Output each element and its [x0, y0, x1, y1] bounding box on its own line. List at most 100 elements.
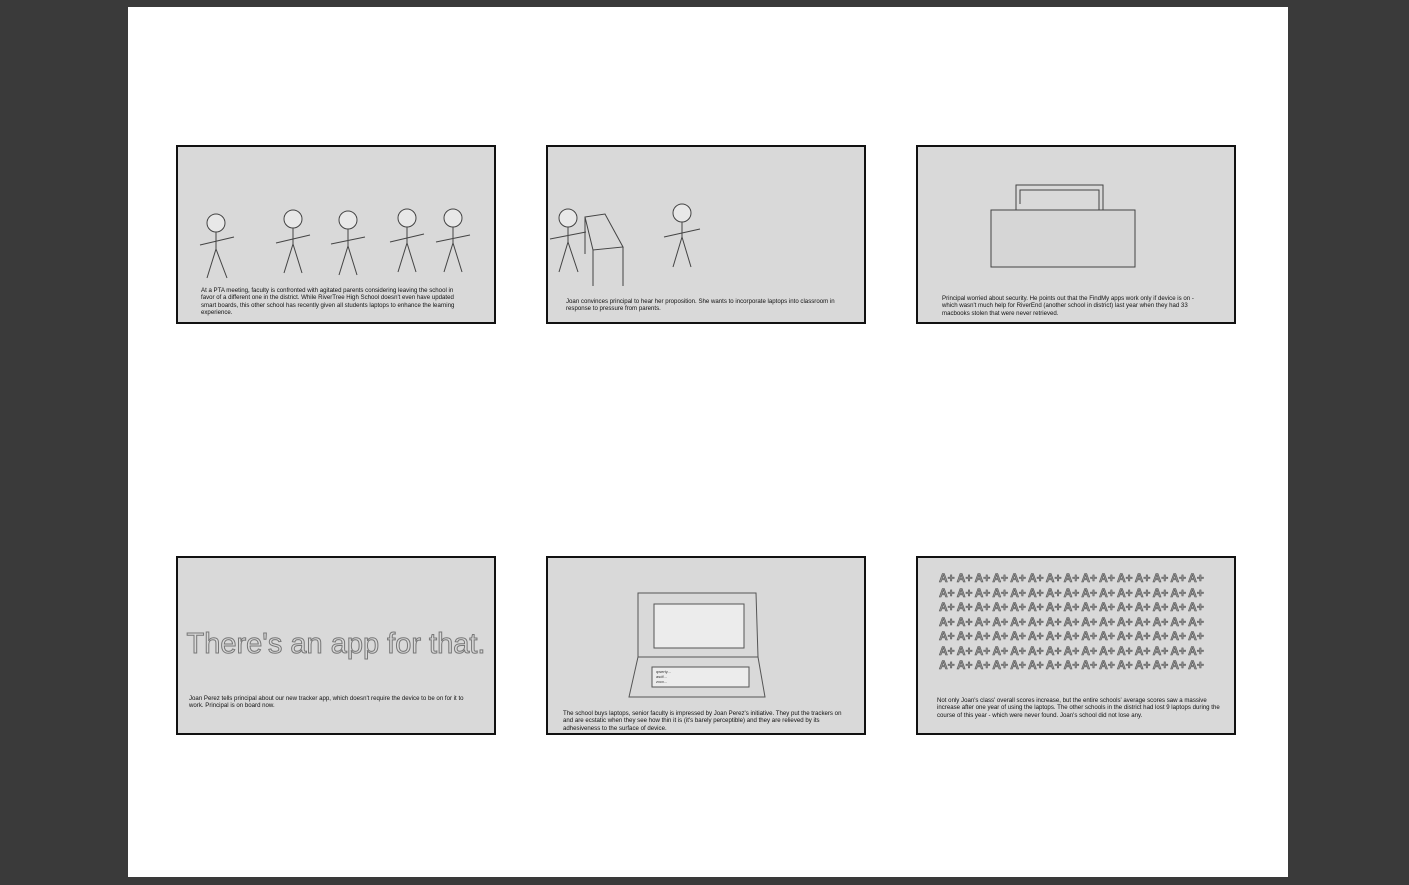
a-plus-grade: A+ — [1152, 614, 1169, 629]
a-plus-grade: A+ — [974, 658, 991, 672]
a-plus-grade: A+ — [1116, 614, 1133, 629]
a-plus-grade: A+ — [1099, 571, 1115, 585]
a-plus-grade: A+ — [1081, 614, 1098, 629]
panel-caption: Principal worried about security. He poi… — [942, 295, 1194, 317]
a-plus-grade: A+ — [1188, 614, 1204, 629]
storyboard-panel-laptops-purchased: qwerty... asdf... zxcv... The school buy… — [546, 556, 866, 735]
a-plus-grade: A+ — [974, 571, 991, 585]
a-plus-grade: A+ — [1081, 658, 1098, 672]
a-plus-grade: A+ — [1027, 658, 1044, 672]
a-plus-grade-grid: A+ A+ A+ A+ A+ A+ A+ A+ A+ A+ A+ A+ A+ A+ A+ A+ A+ A+ A+ A+… — [939, 571, 1206, 672]
a-plus-grade: A+ — [1010, 614, 1026, 629]
a-plus-grade: A+ — [1134, 600, 1151, 614]
a-plus-grade: A+ — [956, 585, 973, 600]
app-headline: There's an app for that. — [186, 628, 486, 661]
a-plus-grade: A+ — [992, 600, 1009, 614]
a-plus-grade: A+ — [1188, 585, 1204, 600]
panel-caption: Not only Joan's class' overall scores in… — [937, 697, 1220, 719]
a-plus-grade: A+ — [956, 629, 973, 643]
a-plus-grade: A+ — [1045, 629, 1062, 643]
storyboard-panel-scores-increase: A+ A+ A+ A+ A+ A+ A+ A+ A+ A+ A+ A+ A+ A+ A+ A+ A+ A+ A+ A+… — [916, 556, 1236, 735]
panel-caption: Joan convinces principal to hear her pro… — [566, 298, 835, 313]
a-plus-grade: A+ — [1170, 658, 1187, 672]
a-plus-grade: A+ — [956, 571, 973, 585]
a-plus-grade: A+ — [992, 643, 1009, 658]
a-plus-grade: A+ — [1116, 658, 1133, 672]
a-plus-grade: A+ — [1027, 643, 1044, 658]
a-plus-grade: A+ — [1116, 643, 1133, 658]
a-plus-grade: A+ — [1116, 571, 1133, 585]
a-plus-grade: A+ — [1063, 600, 1080, 614]
a-plus-grade: A+ — [956, 600, 973, 614]
a-plus-grade: A+ — [1027, 614, 1044, 629]
a-plus-grade: A+ — [1081, 585, 1098, 600]
a-plus-grade: A+ — [1152, 629, 1169, 643]
a-plus-grade: A+ — [974, 614, 991, 629]
a-plus-grade: A+ — [1170, 600, 1187, 614]
a-plus-grade: A+ — [1010, 658, 1026, 672]
a-plus-grade: A+ — [1099, 585, 1115, 600]
a-plus-grade: A+ — [939, 658, 955, 672]
a-plus-grade: A+ — [956, 614, 973, 629]
a-plus-grade: A+ — [974, 600, 991, 614]
a-plus-grade: A+ — [992, 585, 1009, 600]
a-plus-grade: A+ — [939, 600, 955, 614]
a-plus-grade: A+ — [1188, 629, 1204, 643]
a-plus-grade: A+ — [1170, 614, 1187, 629]
a-plus-grade: A+ — [1010, 629, 1026, 643]
a-plus-grade: A+ — [1045, 614, 1062, 629]
a-plus-grade: A+ — [1045, 600, 1062, 614]
a-plus-grade: A+ — [974, 585, 991, 600]
a-plus-grade: A+ — [1099, 658, 1115, 672]
a-plus-grade: A+ — [992, 629, 1009, 643]
a-plus-grade: A+ — [939, 585, 955, 600]
a-plus-grade: A+ — [992, 614, 1009, 629]
a-plus-grade: A+ — [1134, 629, 1151, 643]
a-plus-grade: A+ — [1152, 643, 1169, 658]
a-plus-grade: A+ — [1134, 614, 1151, 629]
a-plus-grade: A+ — [1027, 600, 1044, 614]
a-plus-grade: A+ — [1188, 643, 1204, 658]
a-plus-grade: A+ — [1170, 571, 1187, 585]
storyboard-panel-proposition: Joan convinces principal to hear her pro… — [546, 145, 866, 324]
a-plus-grade: A+ — [1045, 585, 1062, 600]
a-plus-grade: A+ — [1134, 571, 1151, 585]
a-plus-grade: A+ — [1099, 614, 1115, 629]
a-plus-grade: A+ — [974, 629, 991, 643]
a-plus-grade: A+ — [1116, 585, 1133, 600]
a-plus-grade: A+ — [1152, 600, 1169, 614]
a-plus-grade: A+ — [1134, 643, 1151, 658]
a-plus-grade: A+ — [1010, 600, 1026, 614]
a-plus-grade: A+ — [939, 614, 955, 629]
a-plus-grade: A+ — [1063, 571, 1080, 585]
a-plus-grade: A+ — [1134, 658, 1151, 672]
a-plus-grade: A+ — [1134, 585, 1151, 600]
storyboard-panel-security-concern: Principal worried about security. He poi… — [916, 145, 1236, 324]
a-plus-grade: A+ — [1099, 629, 1115, 643]
panel-caption: The school buys laptops, senior faculty … — [563, 710, 842, 732]
a-plus-grade: A+ — [992, 658, 1009, 672]
a-plus-grade: A+ — [1170, 643, 1187, 658]
a-plus-grade: A+ — [1081, 600, 1098, 614]
a-plus-grade: A+ — [939, 643, 955, 658]
storyboard-panel-tracker-app: There's an app for that. Joan Perez tell… — [176, 556, 496, 735]
a-plus-grade: A+ — [939, 629, 955, 643]
a-plus-grade: A+ — [1045, 658, 1062, 672]
a-plus-grade: A+ — [974, 643, 991, 658]
a-plus-grade: A+ — [1170, 585, 1187, 600]
a-plus-grade: A+ — [1027, 571, 1044, 585]
a-plus-grade: A+ — [1027, 629, 1044, 643]
a-plus-grade: A+ — [1188, 571, 1204, 585]
a-plus-grade: A+ — [956, 658, 973, 672]
storyboard-page: At a PTA meeting, faculty is confronted … — [128, 7, 1288, 877]
a-plus-grade: A+ — [1170, 629, 1187, 643]
panel-caption: Joan Perez tells principal about our new… — [189, 695, 464, 710]
a-plus-grade: A+ — [1188, 600, 1204, 614]
storyboard-panel-pta-meeting: At a PTA meeting, faculty is confronted … — [176, 145, 496, 324]
a-plus-grade: A+ — [1081, 571, 1098, 585]
a-plus-grade: A+ — [1152, 585, 1169, 600]
a-plus-grade: A+ — [1027, 585, 1044, 600]
a-plus-grade: A+ — [1063, 585, 1080, 600]
a-plus-grade: A+ — [1116, 629, 1133, 643]
a-plus-grade: A+ — [1045, 571, 1062, 585]
